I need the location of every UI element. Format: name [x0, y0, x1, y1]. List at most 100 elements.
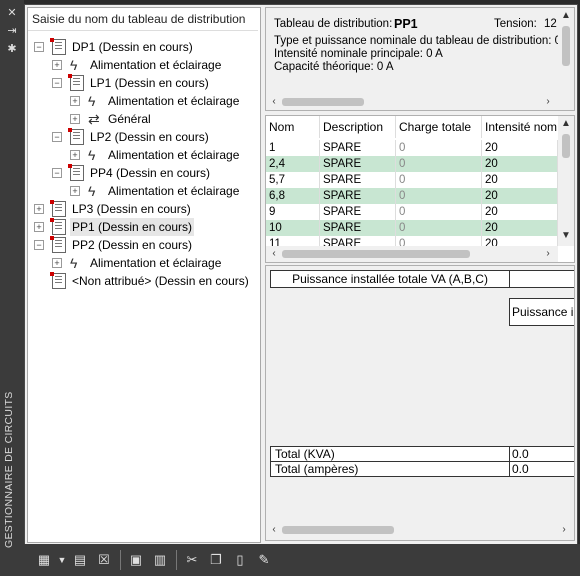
tension-label: Tension: [494, 18, 537, 30]
tree-node-label: PP2 (Dessin en cours) [72, 238, 193, 252]
scroll-right-icon[interactable]: › [558, 522, 570, 538]
col-header-name[interactable]: Nom [266, 116, 320, 138]
table-row[interactable]: 5,7 SPARE 0 20 [266, 172, 558, 188]
scroll-thumb[interactable] [282, 98, 364, 106]
expand-icon[interactable]: + [70, 96, 80, 106]
total-kva-value: 0.0 [509, 446, 574, 462]
search-placeholder: Saisie du nom du tableau de distribution [32, 12, 246, 26]
cell-rating: 20 [482, 220, 558, 236]
cell-name: 1 [266, 140, 320, 156]
expand-icon[interactable]: + [70, 186, 80, 196]
cell-rating: 20 [482, 172, 558, 188]
panel-report-icon[interactable]: ▥ [152, 552, 168, 568]
panel-info: Tableau de distribution: PP1 Tension: 12… [265, 7, 575, 111]
scroll-left-icon[interactable]: ‹ [268, 94, 280, 110]
general-system-icon: ⇄ [88, 111, 100, 127]
scroll-thumb[interactable] [282, 526, 394, 534]
cell-description: SPARE [320, 220, 396, 236]
cut-icon[interactable]: ✂ [184, 552, 200, 568]
info-hscroll[interactable]: ‹ › [266, 94, 558, 110]
collapse-icon[interactable]: − [34, 240, 44, 250]
search-field[interactable]: Saisie du nom du tableau de distribution [28, 8, 258, 31]
grid-hscroll[interactable]: ‹ › [266, 246, 558, 262]
scroll-up-icon[interactable]: ▲ [560, 116, 572, 132]
palette-title: GESTIONNAIRE DE CIRCUITS [3, 391, 15, 548]
panel-tree-pane: Saisie du nom du tableau de distribution… [27, 7, 261, 543]
panel-type-rating: Type et puissance nominale du tableau de… [274, 35, 575, 47]
main-rating: Intensité nominale principale: 0 A [274, 48, 443, 60]
cell-description: SPARE [320, 188, 396, 204]
tree-node-label: Alimentation et éclairage [108, 148, 240, 162]
tree-node-label: Alimentation et éclairage [108, 184, 240, 198]
lightning-icon: ϟ [70, 255, 78, 271]
col-header-load[interactable]: Charge totale [396, 116, 482, 138]
scroll-right-icon[interactable]: › [542, 94, 554, 110]
autohide-icon[interactable]: ⇥ [6, 26, 18, 37]
tree-node-label: LP3 (Dessin en cours) [72, 202, 191, 216]
panel-icon [50, 272, 66, 289]
panel-icon [50, 38, 66, 55]
info-vscroll[interactable]: ▲ [558, 8, 574, 94]
cell-rating: 20 [482, 140, 558, 156]
expand-icon[interactable]: + [34, 204, 44, 214]
collapse-icon[interactable]: − [52, 78, 62, 88]
table-row[interactable]: 10 SPARE 0 20 [266, 220, 558, 236]
scroll-thumb[interactable] [562, 26, 570, 66]
panel-schedule-icon[interactable]: ▣ [128, 552, 144, 568]
cell-load: 0 [396, 140, 482, 156]
panel-icon [68, 74, 84, 91]
total-amps-label: Total (ampères) [270, 461, 510, 477]
col-header-rating[interactable]: Intensité nom [482, 116, 562, 138]
collapse-icon[interactable]: − [34, 42, 44, 52]
lightning-icon: ϟ [88, 183, 96, 199]
delete-icon[interactable]: ☒ [96, 552, 112, 568]
col-header-description[interactable]: Description [320, 116, 396, 138]
expand-icon[interactable]: + [52, 258, 62, 268]
close-icon[interactable]: ✕ [6, 8, 18, 19]
totals-hscroll[interactable]: ‹ › [266, 522, 574, 538]
cell-load: 0 [396, 156, 482, 172]
table-row[interactable]: 2,4 SPARE 0 20 [266, 156, 558, 172]
expand-icon[interactable]: + [70, 114, 80, 124]
installed-power-cell [509, 270, 574, 288]
palette-side-bar: ✕ ⇥ ✱ GESTIONNAIRE DE CIRCUITS [0, 0, 24, 576]
table-row[interactable]: 1 SPARE 0 20 [266, 140, 558, 156]
cell-load: 0 [396, 172, 482, 188]
scroll-down-icon[interactable]: ▼ [560, 228, 572, 244]
collapse-icon[interactable]: − [52, 132, 62, 142]
expand-icon[interactable]: + [34, 222, 44, 232]
gear-icon[interactable]: ✱ [6, 44, 18, 55]
collapse-icon[interactable]: − [52, 168, 62, 178]
scroll-thumb[interactable] [562, 134, 570, 158]
scroll-thumb[interactable] [282, 250, 470, 258]
bottom-toolbar: ▦ ▼ ▤ ☒ ▣ ▥ ✂ ❐ ▯ ✎ [24, 544, 580, 576]
tree-node-label: PP1 (Dessin en cours) [70, 218, 195, 236]
scroll-right-icon[interactable]: › [542, 246, 554, 262]
scroll-left-icon[interactable]: ‹ [268, 522, 280, 538]
properties-icon[interactable]: ✎ [256, 552, 272, 568]
copy-icon[interactable]: ❐ [208, 552, 224, 568]
scroll-up-icon[interactable]: ▲ [560, 8, 572, 24]
new-circuit-icon[interactable]: ▤ [72, 552, 88, 568]
scroll-left-icon[interactable]: ‹ [268, 246, 280, 262]
new-panel-icon[interactable]: ▦ [36, 552, 52, 568]
panel-icon [50, 200, 66, 217]
lightning-icon: ϟ [88, 93, 96, 109]
paste-icon[interactable]: ▯ [232, 552, 248, 568]
tension-value: 12 [544, 18, 557, 30]
cell-description: SPARE [320, 204, 396, 220]
installed-power-header: Puissance installée totale VA (A,B,C) [270, 270, 510, 288]
grid-vscroll[interactable]: ▲ ▼ [558, 116, 574, 246]
cell-description: SPARE [320, 140, 396, 156]
panel-icon [50, 236, 66, 253]
table-row[interactable]: 6,8 SPARE 0 20 [266, 188, 558, 204]
cell-description: SPARE [320, 172, 396, 188]
table-row[interactable]: 9 SPARE 0 20 [266, 204, 558, 220]
chevron-down-icon[interactable]: ▼ [54, 552, 70, 568]
total-kva-label: Total (KVA) [270, 446, 510, 462]
cell-name: 5,7 [266, 172, 320, 188]
expand-icon[interactable]: + [52, 60, 62, 70]
expand-icon[interactable]: + [70, 150, 80, 160]
toolbar-separator [176, 550, 177, 570]
lightning-icon: ϟ [70, 57, 78, 73]
